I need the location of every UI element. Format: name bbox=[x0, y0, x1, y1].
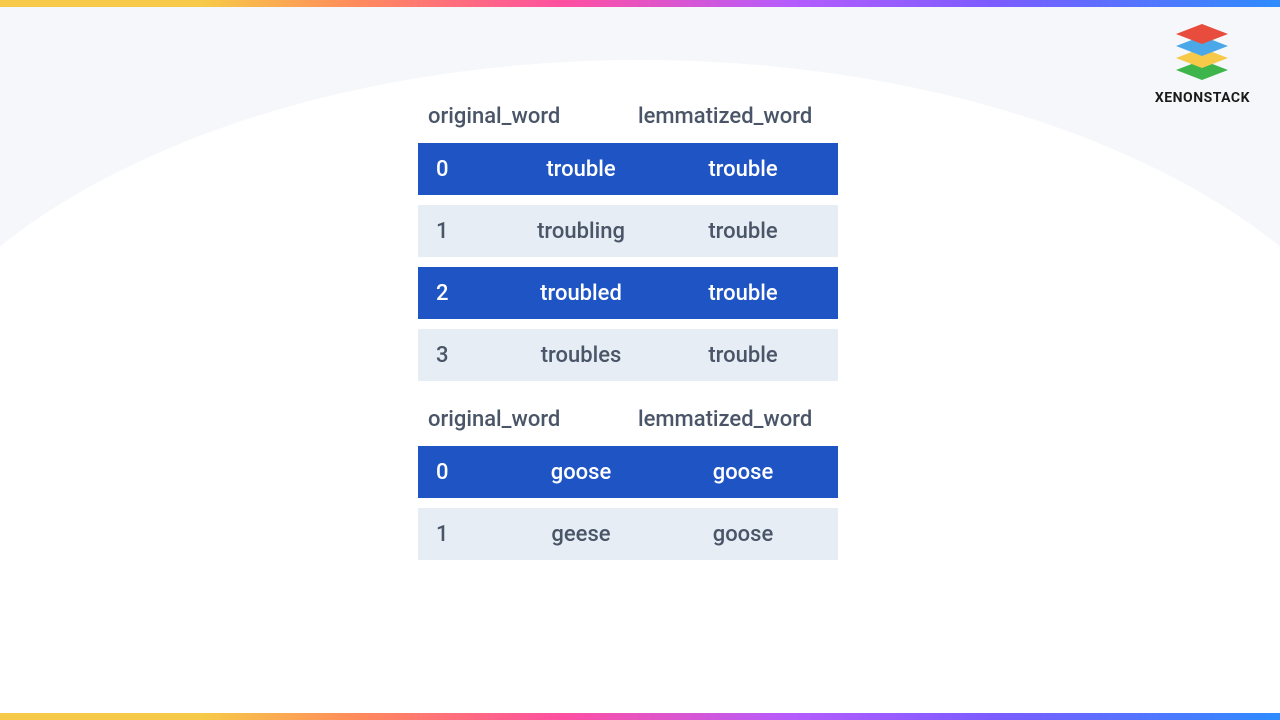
row-original: geese bbox=[496, 522, 666, 547]
lemmatization-table-2: original_word lemmatized_word 0 goose go… bbox=[418, 407, 838, 560]
table-row: 0 goose goose bbox=[418, 446, 838, 498]
table-row: 3 troubles trouble bbox=[418, 329, 838, 381]
row-index: 1 bbox=[418, 219, 496, 244]
gradient-bar-bottom bbox=[0, 713, 1280, 720]
row-index: 2 bbox=[418, 281, 496, 306]
table-row: 2 troubled trouble bbox=[418, 267, 838, 319]
tables-container: original_word lemmatized_word 0 trouble … bbox=[418, 104, 838, 586]
row-index: 0 bbox=[418, 460, 496, 485]
table-header: original_word lemmatized_word bbox=[418, 407, 838, 446]
row-original: troubled bbox=[496, 281, 666, 306]
row-lemmatized: trouble bbox=[666, 219, 838, 244]
row-lemmatized: trouble bbox=[666, 343, 838, 368]
row-original: troubles bbox=[496, 343, 666, 368]
row-lemmatized: goose bbox=[666, 460, 838, 485]
brand-name: XENONSTACK bbox=[1155, 90, 1250, 106]
brand-logo: XENONSTACK bbox=[1155, 24, 1250, 106]
row-original: goose bbox=[496, 460, 666, 485]
row-lemmatized: trouble bbox=[666, 281, 838, 306]
row-original: trouble bbox=[496, 157, 666, 182]
row-lemmatized: goose bbox=[666, 522, 838, 547]
slide: XENONSTACK original_word lemmatized_word… bbox=[0, 0, 1280, 720]
lemmatization-table-1: original_word lemmatized_word 0 trouble … bbox=[418, 104, 838, 381]
table-row: 1 troubling trouble bbox=[418, 205, 838, 257]
col-lemmatized: lemmatized_word bbox=[638, 407, 834, 432]
row-lemmatized: trouble bbox=[666, 157, 838, 182]
stack-icon bbox=[1170, 24, 1234, 84]
table-row: 0 trouble trouble bbox=[418, 143, 838, 195]
row-original: troubling bbox=[496, 219, 666, 244]
col-original: original_word bbox=[428, 407, 638, 432]
table-row: 1 geese goose bbox=[418, 508, 838, 560]
row-index: 0 bbox=[418, 157, 496, 182]
gradient-bar-top bbox=[0, 0, 1280, 7]
col-lemmatized: lemmatized_word bbox=[638, 104, 834, 129]
row-index: 3 bbox=[418, 343, 496, 368]
table-header: original_word lemmatized_word bbox=[418, 104, 838, 143]
row-index: 1 bbox=[418, 522, 496, 547]
col-original: original_word bbox=[428, 104, 638, 129]
